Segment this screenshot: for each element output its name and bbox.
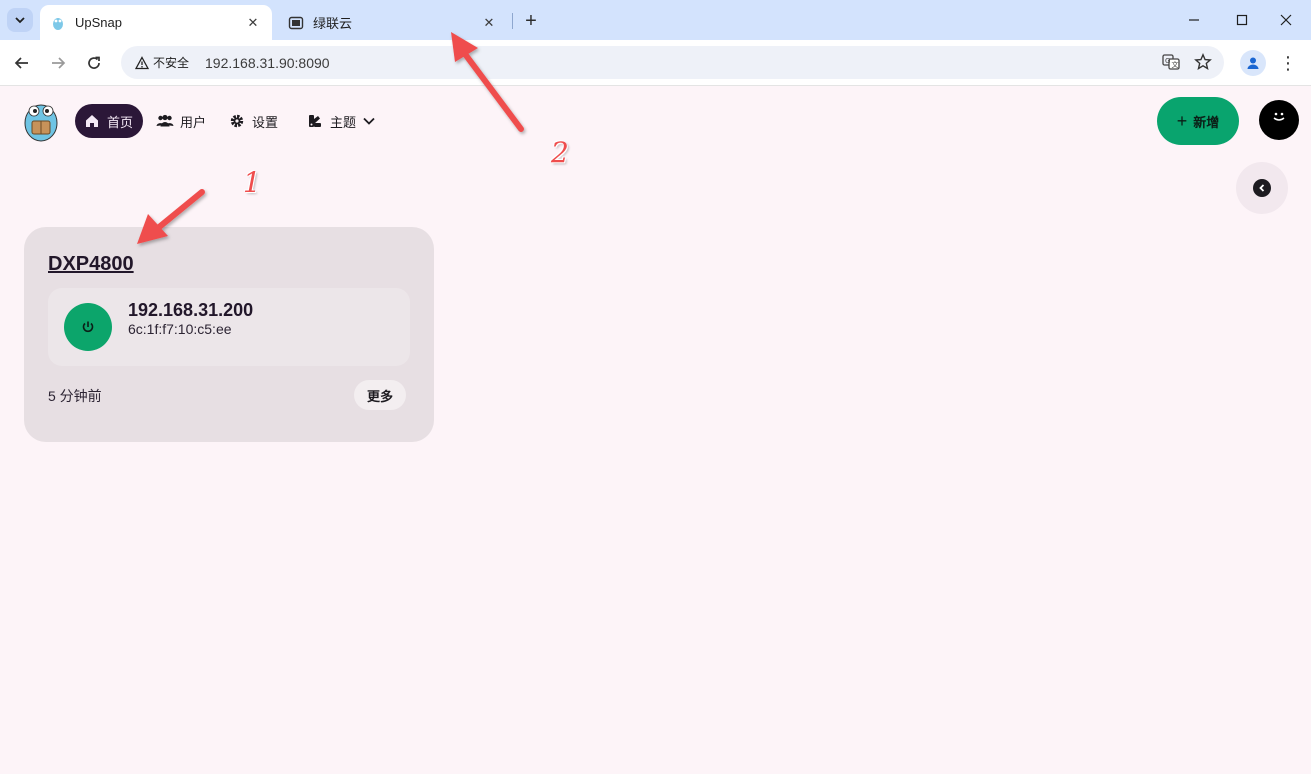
window-close-icon[interactable] [1272, 6, 1300, 34]
back-button[interactable] [8, 49, 36, 77]
browser-toolbar: 不安全 192.168.31.90:8090 G文 ⋮ [0, 40, 1311, 86]
device-name-link[interactable]: DXP4800 [48, 253, 134, 276]
maximize-icon[interactable] [1228, 6, 1256, 34]
ugreen-favicon-icon [288, 15, 304, 31]
site-security-chip[interactable]: 不安全 [129, 51, 195, 74]
tab-search-button[interactable] [7, 8, 33, 32]
forward-button[interactable] [44, 49, 72, 77]
annotation-label-2: 2 [551, 136, 569, 169]
address-bar[interactable]: 不安全 192.168.31.90:8090 G文 [121, 46, 1224, 79]
add-device-button[interactable]: + 新增 [1157, 97, 1239, 145]
power-icon [82, 321, 94, 333]
nav-settings[interactable]: 设置 [220, 104, 286, 138]
tab-divider [512, 13, 513, 29]
upsnap-logo[interactable] [22, 99, 60, 143]
browser-menu-icon[interactable]: ⋮ [1277, 50, 1299, 76]
more-button[interactable]: 更多 [354, 380, 406, 410]
security-label: 不安全 [153, 56, 190, 70]
add-device-label: 新增 [1193, 114, 1220, 130]
browser-tab-strip: UpSnap ✕ 绿联云 ✕ + [0, 0, 1311, 40]
chevron-down-icon [362, 114, 376, 128]
tab-label: 绿联云 [313, 16, 353, 31]
device-card: DXP4800 192.168.31.200 6c:1f:f7:10:c5:ee… [24, 227, 434, 442]
nav-users-label: 用户 [180, 114, 207, 130]
bookmark-star-icon[interactable] [1192, 51, 1214, 73]
warning-icon [135, 55, 149, 69]
tab-ugreen[interactable]: 绿联云 ✕ [278, 5, 508, 40]
tab-label: UpSnap [75, 15, 122, 30]
chevron-left-icon [1253, 179, 1271, 197]
home-icon [83, 112, 101, 130]
nav-home-label: 首页 [107, 114, 134, 130]
plus-icon: + [1176, 110, 1188, 131]
arrow-right-icon [52, 57, 66, 69]
users-icon [156, 112, 174, 130]
reload-button[interactable] [80, 49, 108, 77]
palette-icon [306, 112, 324, 130]
new-tab-button[interactable]: + [519, 9, 543, 33]
power-button[interactable] [64, 303, 112, 351]
profile-avatar-icon[interactable] [1240, 50, 1266, 76]
annotation-label-1: 1 [243, 166, 261, 199]
user-avatar[interactable] [1259, 100, 1299, 140]
svg-text:文: 文 [1172, 60, 1179, 69]
close-icon[interactable]: ✕ [244, 14, 262, 32]
nav-home[interactable]: 首页 [75, 104, 143, 138]
chevron-down-icon [15, 17, 25, 24]
translate-icon[interactable]: G文 [1160, 51, 1182, 73]
gear-icon [228, 112, 246, 130]
smiley-icon [1273, 112, 1285, 121]
nav-settings-label: 设置 [252, 114, 279, 130]
nav-theme-dropdown[interactable]: 主题 [298, 104, 384, 138]
url-text: 192.168.31.90:8090 [205, 54, 330, 71]
upsnap-favicon-icon [50, 15, 66, 31]
svg-text:G: G [1165, 57, 1170, 65]
tab-upsnap[interactable]: UpSnap ✕ [40, 5, 272, 40]
last-seen-timestamp: 5 分钟前 [48, 388, 102, 404]
nav-theme-label: 主题 [330, 114, 357, 130]
reload-icon [88, 56, 100, 69]
collapse-panel-button[interactable] [1236, 162, 1288, 214]
minimize-icon[interactable] [1180, 6, 1208, 34]
device-mac: 6c:1f:f7:10:c5:ee [128, 321, 232, 337]
arrow-left-icon [14, 57, 28, 69]
device-ip: 192.168.31.200 [128, 300, 254, 320]
device-port-panel: 192.168.31.200 6c:1f:f7:10:c5:ee [48, 288, 410, 366]
nav-users[interactable]: 用户 [148, 104, 214, 138]
close-icon[interactable]: ✕ [480, 14, 498, 32]
